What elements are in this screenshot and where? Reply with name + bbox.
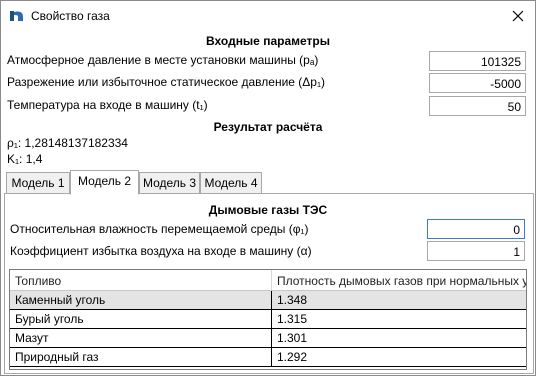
table-cell[interactable]: 1.348	[272, 291, 526, 309]
table-row[interactable]: Каменный уголь 1.348	[10, 291, 526, 310]
table-row[interactable]: Мазут 1.301	[10, 329, 526, 348]
inlet-temperature-label: Температура на входе в машину (t₁)	[7, 98, 208, 112]
static-pressure-input[interactable]	[429, 73, 526, 93]
atm-pressure-input[interactable]	[429, 51, 526, 71]
table-header: Топливо Плотность дымовых газов при норм…	[10, 270, 526, 291]
title-bar: Свойство газа	[1, 1, 535, 32]
column-header-fuel[interactable]: Топливо	[10, 270, 272, 290]
close-button[interactable]	[503, 3, 533, 29]
column-header-density[interactable]: Плотность дымовых газов при нормальных у…	[272, 270, 526, 290]
air-excess-label: Коэффициент избытка воздуха на входе в м…	[10, 244, 312, 258]
table-cell[interactable]: 1.315	[272, 310, 526, 328]
table-cell[interactable]: 1.292	[272, 348, 526, 366]
air-excess-input[interactable]	[427, 241, 525, 261]
result-section-title: Результат расчёта	[213, 120, 323, 134]
close-icon	[512, 10, 524, 22]
inlet-temperature-input[interactable]	[429, 96, 526, 116]
humidity-label: Относительная влажность перемещаемой сре…	[10, 222, 309, 236]
result-density: ρ₁: 1,28148137182334	[7, 136, 128, 150]
static-pressure-label: Разрежение или избыточное статическое да…	[7, 75, 326, 89]
fuel-density-table: Топливо Плотность дымовых газов при норм…	[9, 269, 527, 370]
property-window: Свойство газа Входные параметры Атмосфер…	[0, 0, 536, 376]
table-cell[interactable]: 1.301	[272, 329, 526, 347]
table-row[interactable]: Бурый уголь 1.315	[10, 310, 526, 329]
table-row[interactable]: Природный газ 1.292	[10, 348, 526, 367]
tab-model-1[interactable]: Модель 1	[6, 172, 70, 194]
table-cell[interactable]: Бурый уголь	[10, 310, 272, 328]
table-cell[interactable]: Природный газ	[10, 348, 272, 366]
result-k: K₁: 1,4	[7, 152, 43, 166]
tab-model-3[interactable]: Модель 3	[139, 172, 200, 194]
table-cell[interactable]: Каменный уголь	[10, 291, 272, 309]
window-title: Свойство газа	[31, 9, 110, 23]
input-section-title: Входные параметры	[206, 34, 330, 48]
app-icon	[10, 11, 23, 21]
table-cell[interactable]: Мазут	[10, 329, 272, 347]
atm-pressure-label: Атмосферное давление в месте установки м…	[7, 53, 319, 67]
humidity-input[interactable]	[427, 219, 525, 239]
flue-gas-title: Дымовые газы ТЭС	[208, 203, 328, 217]
tab-model-2[interactable]: Модель 2	[70, 170, 139, 195]
tab-model-4[interactable]: Модель 4	[200, 172, 262, 194]
